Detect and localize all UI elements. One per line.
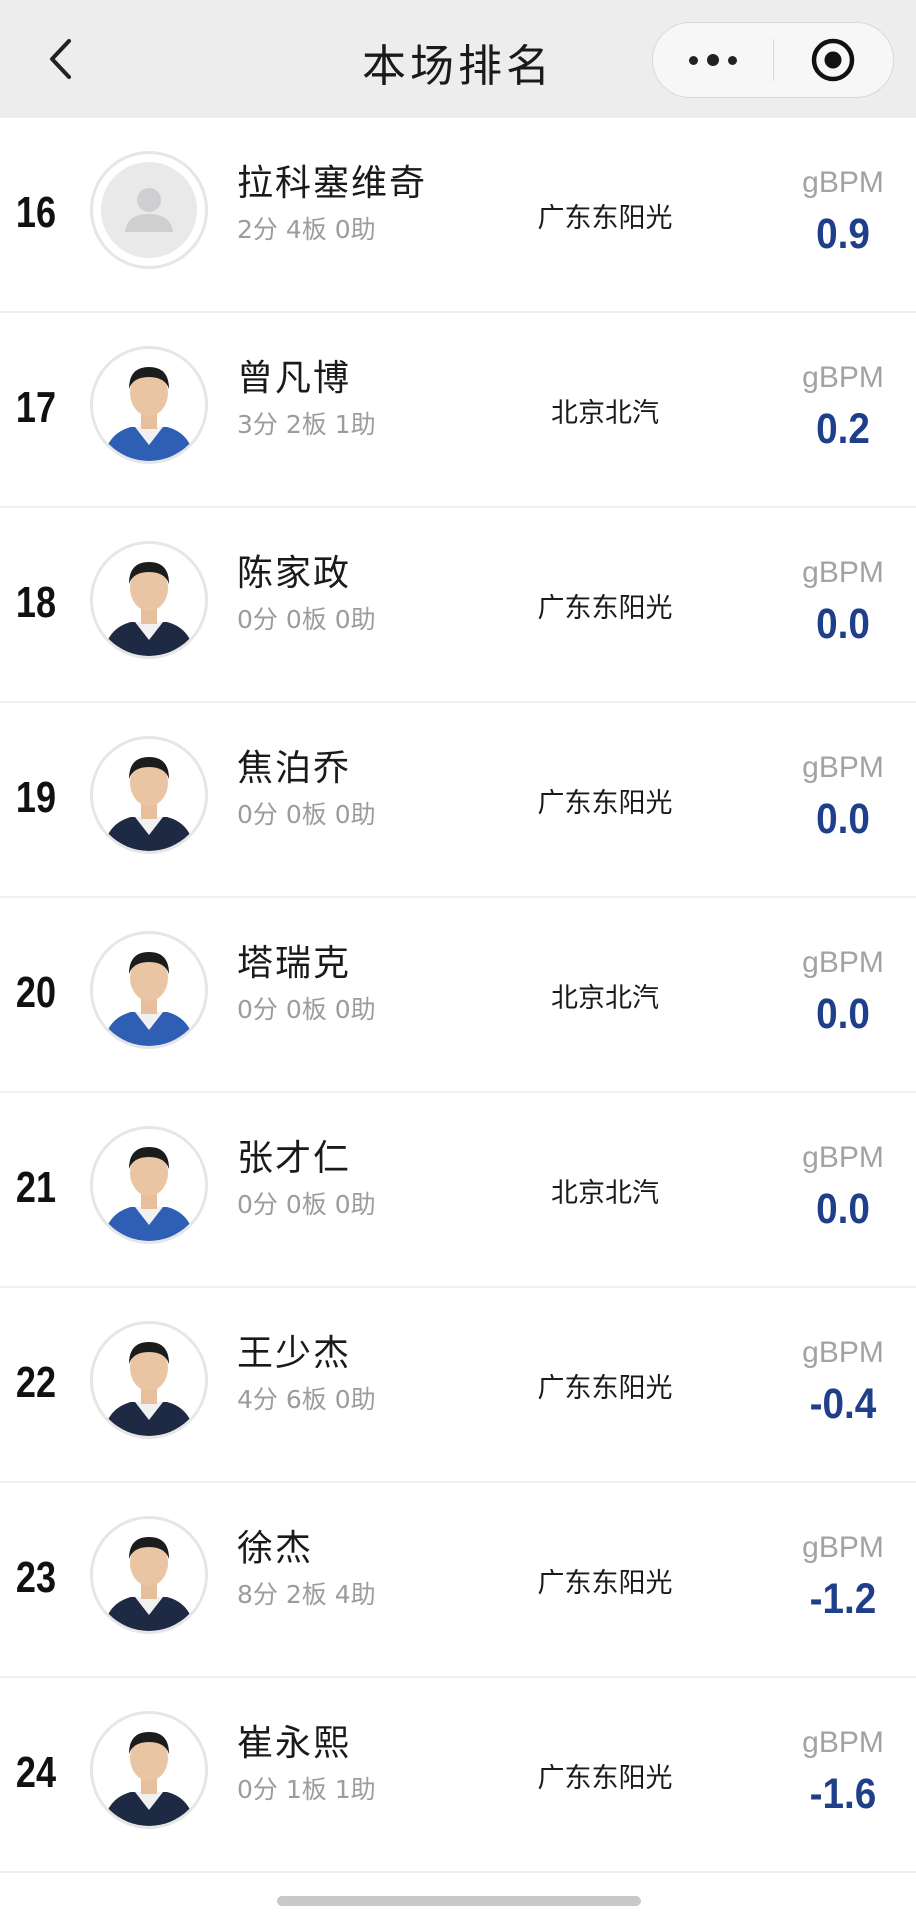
more-button[interactable] (653, 23, 773, 97)
metric-label: gBPM (802, 556, 884, 589)
player-avatar[interactable] (90, 346, 208, 464)
player-name: 塔瑞克 (237, 943, 352, 984)
close-button[interactable] (774, 23, 894, 97)
player-stats: 0分 1板 1助 (237, 1775, 376, 1804)
ranking-row[interactable]: 19 焦泊乔 0分 0板 0助 广东东阳光 gBPM 0.0 (0, 703, 916, 898)
gbpm-value: 0.0 (816, 1185, 870, 1233)
gbpm-value: 0.0 (816, 990, 870, 1038)
player-stats: 8分 2板 4助 (237, 1580, 376, 1609)
metric-label: gBPM (802, 1141, 884, 1174)
player-stats: 0分 0板 0助 (237, 995, 376, 1024)
ranking-row[interactable]: 20 塔瑞克 0分 0板 0助 北京北汽 gBPM 0.0 (0, 898, 916, 1093)
ranking-row[interactable]: 17 曾凡博 3分 2板 1助 北京北汽 gBPM 0.2 (0, 313, 916, 508)
ranking-row[interactable]: 24 崔永熙 0分 1板 1助 广东东阳光 gBPM -1.6 (0, 1678, 916, 1873)
player-stats: 2分 4板 0助 (237, 215, 376, 244)
team-name: 北京北汽 (551, 398, 659, 429)
player-stats: 0分 0板 0助 (237, 605, 376, 634)
gbpm-value: 0.0 (816, 600, 870, 648)
rank-number: 18 (15, 578, 57, 627)
gbpm-value: -1.6 (809, 1770, 877, 1818)
player-name: 焦泊乔 (237, 748, 352, 789)
rank-number: 16 (15, 188, 57, 237)
ranking-row[interactable]: 18 陈家政 0分 0板 0助 广东东阳光 gBPM 0.0 (0, 508, 916, 703)
miniprogram-capsule (652, 22, 894, 98)
rank-number: 22 (15, 1358, 57, 1407)
more-dots-icon (688, 54, 737, 66)
player-name: 拉科塞维奇 (237, 163, 428, 204)
team-name: 广东东阳光 (537, 1763, 673, 1794)
player-name: 王少杰 (237, 1333, 352, 1374)
gbpm-value: -0.4 (809, 1380, 877, 1428)
ranking-row[interactable]: 23 徐杰 8分 2板 4助 广东东阳光 gBPM -1.2 (0, 1483, 916, 1678)
metric-label: gBPM (802, 361, 884, 394)
player-avatar[interactable] (90, 1711, 208, 1829)
team-name: 广东东阳光 (537, 1568, 673, 1599)
ranking-row[interactable]: 16 拉科塞维奇 2分 4板 0助 广东东阳光 gBPM 0.9 (0, 118, 916, 313)
player-stats: 0分 0板 0助 (237, 1190, 376, 1219)
player-avatar[interactable] (90, 541, 208, 659)
team-name: 广东东阳光 (537, 593, 673, 624)
gbpm-value: 0.0 (816, 795, 870, 843)
player-avatar[interactable] (90, 1516, 208, 1634)
team-name: 广东东阳光 (537, 203, 673, 234)
home-indicator (277, 1896, 641, 1906)
player-avatar[interactable] (90, 1126, 208, 1244)
rank-number: 21 (15, 1163, 57, 1212)
team-name: 北京北汽 (551, 1178, 659, 1209)
player-avatar[interactable] (90, 151, 208, 269)
rank-number: 24 (15, 1748, 57, 1797)
rank-number: 19 (15, 773, 57, 822)
player-avatar[interactable] (90, 1321, 208, 1439)
player-stats: 0分 0板 0助 (237, 800, 376, 829)
player-avatar[interactable] (90, 736, 208, 854)
target-circle-icon (812, 38, 855, 82)
gbpm-value: 0.9 (816, 210, 870, 258)
player-name: 徐杰 (237, 1528, 314, 1569)
team-name: 北京北汽 (551, 983, 659, 1014)
player-stats: 3分 2板 1助 (237, 410, 376, 439)
metric-label: gBPM (802, 1336, 884, 1369)
navigation-bar: 本场排名 (0, 0, 916, 118)
metric-label: gBPM (802, 166, 884, 199)
gbpm-value: 0.2 (816, 405, 870, 453)
metric-label: gBPM (802, 1531, 884, 1564)
player-name: 张才仁 (237, 1138, 352, 1179)
metric-label: gBPM (802, 946, 884, 979)
metric-label: gBPM (802, 1726, 884, 1759)
player-stats: 4分 6板 0助 (237, 1385, 376, 1414)
player-name: 陈家政 (237, 553, 352, 594)
ranking-row[interactable]: 22 王少杰 4分 6板 0助 广东东阳光 gBPM -0.4 (0, 1288, 916, 1483)
team-name: 广东东阳光 (537, 1373, 673, 1404)
team-name: 广东东阳光 (537, 788, 673, 819)
player-avatar[interactable] (90, 931, 208, 1049)
rank-number: 17 (15, 383, 57, 432)
ranking-list: 16 拉科塞维奇 2分 4板 0助 广东东阳光 gBPM 0.9 17 曾凡博 3分 2板 1助… (0, 118, 916, 1873)
metric-label: gBPM (802, 751, 884, 784)
rank-number: 20 (15, 968, 57, 1017)
rank-number: 23 (15, 1553, 57, 1602)
player-name: 崔永熙 (237, 1723, 352, 1764)
ranking-row[interactable]: 21 张才仁 0分 0板 0助 北京北汽 gBPM 0.0 (0, 1093, 916, 1288)
gbpm-value: -1.2 (809, 1575, 877, 1623)
player-name: 曾凡博 (237, 358, 352, 399)
